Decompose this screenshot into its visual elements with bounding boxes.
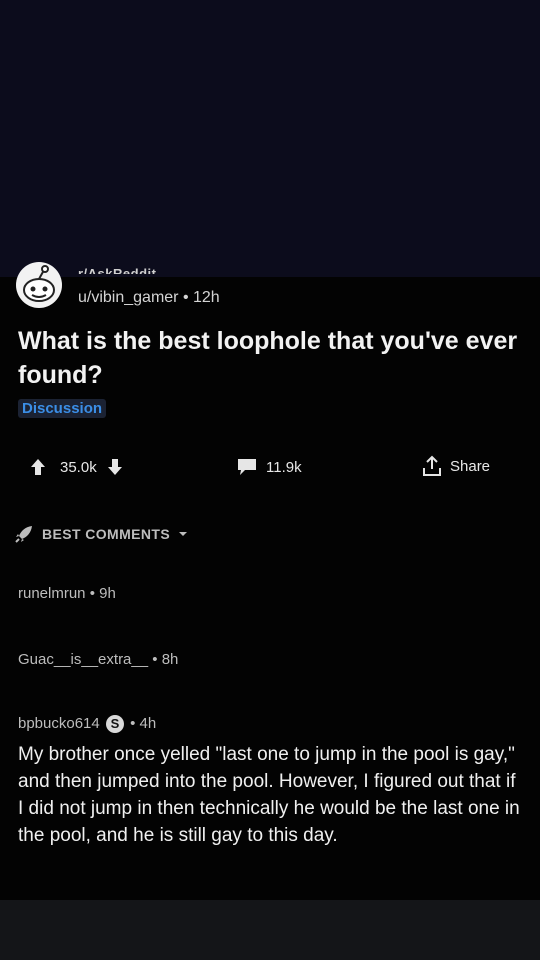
share-button[interactable]: Share xyxy=(420,454,490,478)
comment-age: 9h xyxy=(99,585,116,602)
meta-separator: • xyxy=(130,715,140,732)
post-title[interactable]: What is the best loophole that you've ev… xyxy=(18,324,528,392)
meta-separator: • xyxy=(182,289,193,306)
bottom-bar xyxy=(0,900,540,960)
rocket-icon xyxy=(15,526,32,543)
downvote-icon[interactable] xyxy=(107,458,123,476)
meta-separator: • xyxy=(89,585,100,602)
comments-button[interactable]: 11.9k xyxy=(236,458,302,476)
top-dark-band xyxy=(0,0,540,277)
comment-author[interactable]: runelmrun xyxy=(18,585,86,602)
comment-header: Guac__is__extra__ • 8h xyxy=(18,651,178,668)
post-author[interactable]: u/vibin_gamer xyxy=(78,289,179,306)
comment-sort-dropdown[interactable]: BEST COMMENTS xyxy=(14,524,188,544)
post-flair[interactable]: Discussion xyxy=(18,399,107,418)
share-icon xyxy=(423,455,441,476)
snoo-icon xyxy=(23,265,55,302)
subreddit-avatar[interactable] xyxy=(16,262,62,308)
chevron-down-icon xyxy=(179,532,188,536)
post-actions-bar: 35.0k 11.9k Share xyxy=(0,454,540,484)
comment-count: 11.9k xyxy=(266,458,302,476)
comment-author[interactable]: bpbucko614 xyxy=(18,715,100,732)
subreddit-name[interactable]: r/AskReddit xyxy=(78,267,156,274)
comment-age: 4h xyxy=(139,715,157,732)
sort-label: BEST COMMENTS xyxy=(42,526,171,542)
comment-bubble-icon xyxy=(238,459,256,475)
comment-age: 8h xyxy=(161,651,179,668)
upvote-icon[interactable] xyxy=(30,458,46,476)
comment-body: My brother once yelled "last one to jump… xyxy=(18,744,520,846)
post-meta: u/vibin_gamer • 12h xyxy=(78,289,220,307)
vote-group: 35.0k xyxy=(30,458,123,476)
meta-separator: • xyxy=(152,651,162,668)
user-badge-icon: S xyxy=(105,715,124,734)
comment-author[interactable]: Guac__is__extra__ xyxy=(18,651,148,668)
comment-header: runelmrun • 9h xyxy=(18,585,116,602)
post-age: 12h xyxy=(193,289,220,306)
upvote-count: 35.0k xyxy=(60,458,97,476)
comment-header: bpbucko614 S • 4h xyxy=(18,715,157,734)
share-label: Share xyxy=(450,457,491,475)
